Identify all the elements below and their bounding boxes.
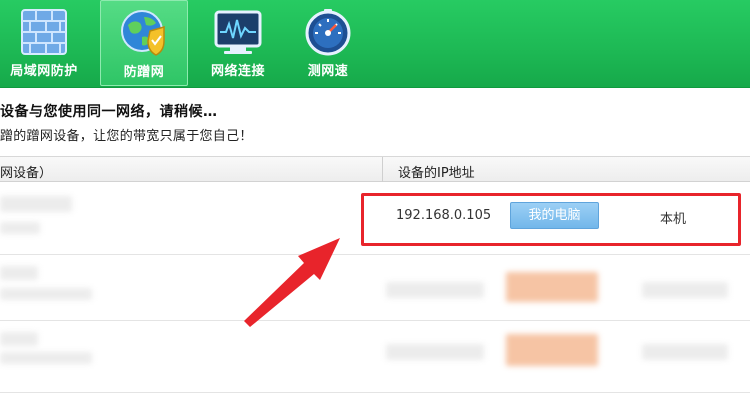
column-divider: [382, 157, 383, 182]
tool-speed-test[interactable]: 测网速: [284, 0, 372, 86]
blurred-device-name: [0, 196, 72, 212]
blurred-action-button: [506, 272, 598, 302]
top-toolbar: 局域网防护 防蹭网 网络连接 测网速: [0, 0, 750, 88]
tool-label: 测网速: [307, 64, 349, 79]
column-header-device: 网设备）: [0, 166, 53, 181]
blurred-device-ip: [386, 282, 484, 298]
scan-hint-text: 蹭的蹭网设备，让您的带宽只属于您自己！: [0, 129, 253, 144]
tool-network-connection[interactable]: 网络连接: [194, 0, 282, 86]
blurred-device-detail: [0, 288, 92, 300]
blurred-device-tag: [642, 344, 728, 360]
blurred-device-detail: [0, 222, 40, 234]
tool-label: 防蹭网: [123, 65, 165, 80]
row-divider: [0, 254, 750, 255]
globe-shield-icon: [121, 10, 165, 56]
row-divider: [0, 392, 750, 393]
scan-status-text: 设备与您使用同一网络，请稍候…: [0, 104, 218, 120]
speedometer-icon: [305, 9, 351, 56]
blurred-device-name: [0, 332, 38, 346]
blurred-device-detail: [0, 352, 92, 364]
tool-label: 网络连接: [210, 64, 265, 79]
tool-anti-freeload[interactable]: 防蹭网: [100, 0, 188, 86]
blurred-device-name: [0, 266, 38, 280]
highlight-box: [361, 193, 741, 246]
tool-label: 局域网防护: [10, 64, 78, 79]
row-divider: [0, 320, 750, 321]
network-monitor-icon: [214, 10, 262, 54]
blurred-device-ip: [386, 344, 484, 360]
column-header-ip: 设备的IP地址: [398, 166, 475, 181]
blurred-action-button: [506, 334, 598, 366]
blurred-device-tag: [642, 282, 728, 298]
device-table-header: 网设备） 设备的IP地址: [0, 156, 750, 182]
tool-lan-protection[interactable]: 局域网防护: [0, 0, 88, 86]
brick-wall-icon: [21, 9, 67, 55]
